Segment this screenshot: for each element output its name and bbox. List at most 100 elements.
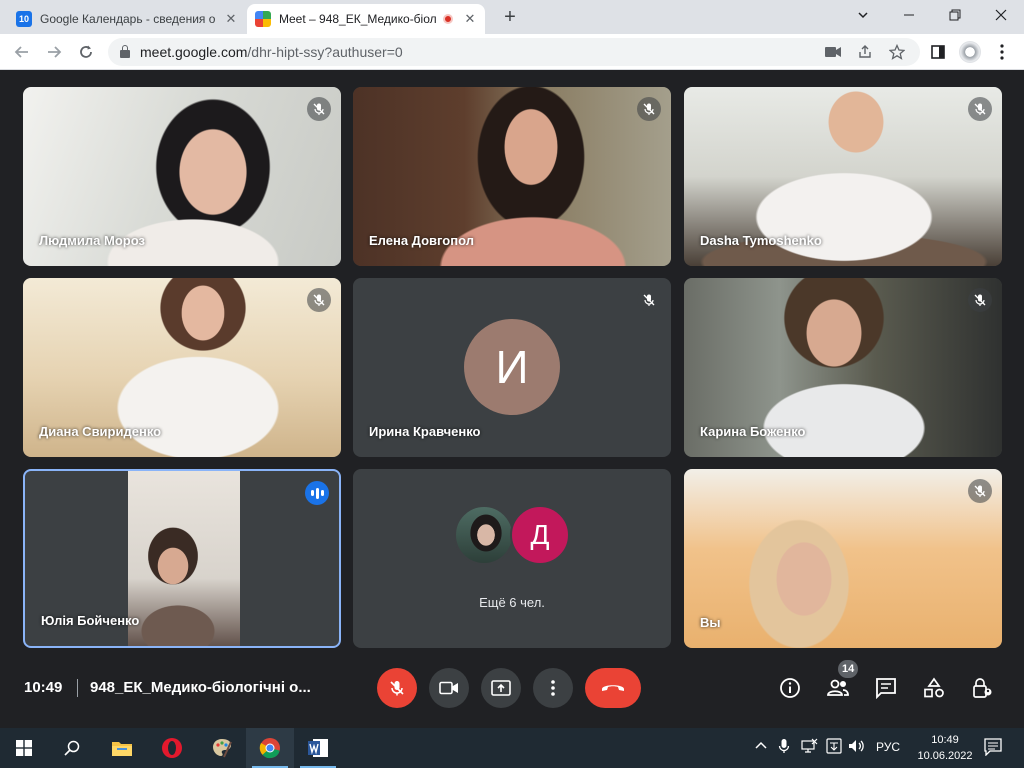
paint-taskbar-item[interactable] [198,728,246,768]
browser-tab-strip: 10 Google Календарь - сведения о ✕ Meet … [0,0,1024,34]
notification-icon [984,738,1002,757]
language-input-tray-icon[interactable] [826,738,842,757]
side-panel-button[interactable] [928,42,948,62]
activities-button[interactable] [922,676,946,700]
mic-off-icon [637,288,661,312]
opera-taskbar-item[interactable] [148,728,196,768]
participant-tile[interactable]: Диана Свириденко [23,278,341,457]
calendar-favicon-icon: 10 [16,11,32,27]
video-camera-icon [439,681,458,695]
tab-search-button[interactable] [840,0,886,30]
arrow-right-icon [48,46,62,58]
close-window-button[interactable] [978,0,1024,30]
speaking-indicator-icon [305,481,329,505]
address-bar[interactable]: meet.google.com/dhr-hipt-ssy?authuser=0 [108,38,920,66]
participant-tile[interactable]: Dasha Tymoshenko [684,87,1002,266]
back-button[interactable] [10,40,34,64]
recording-indicator-icon [443,14,453,24]
participant-name: Юлія Бойченко [41,613,140,628]
opera-icon [162,738,182,758]
participant-tile[interactable]: Людмила Мороз [23,87,341,266]
clock-date: 10.06.2022 [917,750,973,762]
tab-title: Google Календарь - сведения о [40,12,216,26]
more-participants-tile[interactable]: Д Ещё 6 чел. [353,469,671,648]
close-icon [995,9,1007,21]
chat-icon [876,678,896,699]
info-icon [780,678,800,698]
activities-shapes-icon [924,677,944,698]
present-screen-button[interactable] [481,668,521,708]
windows-taskbar: РУС 10:49 10.06.2022 [0,728,1024,768]
divider [77,679,78,697]
close-tab-icon[interactable]: ✕ [224,11,238,27]
chrome-taskbar-item[interactable] [246,728,294,768]
volume-tray-icon[interactable] [848,738,866,757]
participant-avatar: Д [510,505,570,565]
browser-toolbar: meet.google.com/dhr-hipt-ssy?authuser=0 [0,34,1024,70]
participant-name: Елена Довгопол [369,233,474,248]
more-participants-label: Ещё 6 чел. [479,595,545,610]
participant-name: Вы [700,615,721,630]
tab-title: Meet – 948_ЕК_Медико-біол [279,12,437,26]
show-hidden-icons-button[interactable] [754,738,768,755]
camera-in-use-icon[interactable] [824,43,842,61]
lock-person-icon [973,678,992,698]
bookmark-star-icon[interactable] [888,43,906,61]
restore-icon [949,9,961,21]
file-explorer-taskbar-item[interactable] [98,728,146,768]
notifications-tray-icon[interactable] [984,738,1002,759]
new-tab-button[interactable]: + [498,6,522,30]
windows-logo-icon [16,740,32,756]
participant-video [128,471,240,646]
participant-tile[interactable]: И Ирина Кравченко [353,278,671,457]
minimize-icon [904,14,914,16]
show-everyone-button[interactable] [826,676,850,700]
network-tray-icon[interactable] [800,738,818,757]
participant-avatar [454,505,514,565]
meeting-details-button[interactable] [778,676,802,700]
lock-icon [120,45,130,58]
search-icon [64,740,80,756]
self-view-tile[interactable]: Вы [684,469,1002,648]
search-button[interactable] [48,728,96,768]
chrome-icon [259,738,280,759]
participant-name: Людмила Мороз [39,233,145,248]
chat-button[interactable] [874,676,898,700]
arrow-left-icon [14,46,28,58]
tab-google-meet[interactable]: Meet – 948_ЕК_Медико-біол ✕ [247,4,485,34]
participant-name: Диана Свириденко [39,424,162,439]
toggle-camera-button[interactable] [429,668,469,708]
more-options-button[interactable] [533,668,573,708]
paint-palette-icon [213,739,232,758]
chevron-up-icon [755,741,767,749]
browser-menu-button[interactable] [992,42,1012,62]
host-controls-button[interactable] [970,676,994,700]
forward-button[interactable] [42,40,66,64]
url-text: meet.google.com/dhr-hipt-ssy?authuser=0 [140,44,403,60]
toggle-microphone-button[interactable] [377,668,417,708]
restore-button[interactable] [932,0,978,30]
participant-tile[interactable]: Карина Боженко [684,278,1002,457]
microphone-tray-icon[interactable] [778,738,790,757]
tab-google-calendar[interactable]: 10 Google Календарь - сведения о ✕ [8,4,246,34]
participant-tile-speaking[interactable]: Юлія Бойченко [23,469,341,648]
more-vert-icon [551,680,555,696]
minimize-button[interactable] [886,0,932,30]
word-taskbar-item[interactable] [294,728,342,768]
side-panel-icon [931,45,945,59]
close-tab-icon[interactable]: ✕ [463,11,477,27]
word-icon [308,739,328,757]
reload-icon [80,45,92,58]
leave-call-button[interactable] [585,668,641,708]
folder-icon [112,742,132,756]
system-clock[interactable]: 10:49 10.06.2022 [912,732,978,764]
participant-name: Ирина Кравченко [369,424,481,439]
reload-button[interactable] [74,40,98,64]
mic-off-icon [637,97,661,121]
share-icon[interactable] [856,43,874,61]
profile-avatar[interactable] [959,41,981,63]
participant-tile[interactable]: Елена Довгопол [353,87,671,266]
meeting-title: 948_ЕК_Медико-біологічні о... [90,679,311,696]
start-button[interactable] [0,728,48,768]
input-language-indicator[interactable]: РУС [876,740,900,754]
